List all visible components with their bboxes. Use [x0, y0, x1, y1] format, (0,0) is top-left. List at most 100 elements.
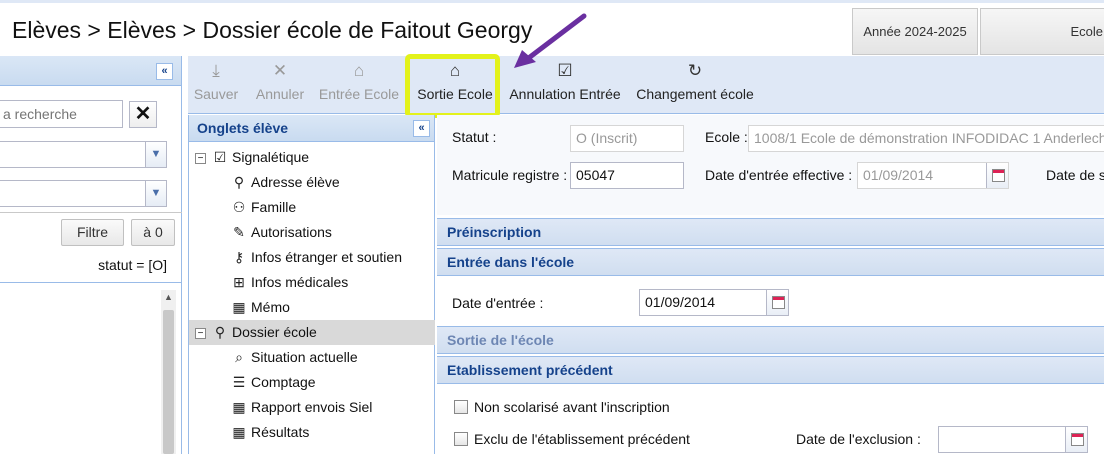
- date-exclusion-label: Date de l'exclusion :: [796, 431, 921, 447]
- student-tabs-panel: Onglets élève « − ☑ Signalétique ⚲ Adresse …: [188, 115, 435, 454]
- collapse-left-panel-button[interactable]: «: [156, 63, 173, 80]
- section-sortie[interactable]: Sortie de l'école: [437, 326, 1104, 354]
- date-entree-value: 01/09/2014: [645, 294, 716, 310]
- change-school-label: Changement école: [636, 86, 754, 102]
- map-pin-icon: ⚲: [214, 324, 226, 340]
- edit-icon: ☑: [213, 149, 227, 165]
- tree-item-label: Comptage: [251, 374, 316, 390]
- pen-icon: ✎: [233, 224, 245, 240]
- tree-item-label: Mémo: [251, 299, 290, 315]
- student-tabs-title: Onglets élève: [197, 120, 289, 136]
- matricule-label: Matricule registre :: [452, 167, 568, 183]
- non-scolarise-label: Non scolarisé avant l'inscription: [474, 399, 670, 415]
- school-selector-button[interactable]: Ecole: [980, 8, 1104, 55]
- tree-item-label: Infos étranger et soutien: [251, 249, 402, 265]
- tree-item-situation[interactable]: ⌕ Situation actuelle: [231, 345, 358, 370]
- tree-node-label: Signalétique: [232, 149, 310, 165]
- key-icon: ⚷: [233, 249, 245, 265]
- tree-node-label: Dossier école: [232, 324, 317, 340]
- ecole-label: Ecole :: [705, 129, 748, 145]
- date-entree-label: Date d'entrée :: [452, 295, 544, 311]
- calendar-icon: [986, 163, 1008, 188]
- action-toolbar: ⤓ Sauver ✕ Annuler ⌂ Entrée Ecole ⌂ Sort…: [188, 56, 1104, 114]
- tree-item-autorisations[interactable]: ✎ Autorisations: [231, 220, 332, 245]
- tree-item-famille[interactable]: ⚇ Famille: [231, 195, 296, 220]
- chevron-down-icon: ▼: [145, 181, 166, 206]
- scroll-up-icon[interactable]: ▲: [161, 290, 176, 305]
- calendar-icon[interactable]: [1065, 427, 1087, 452]
- exclu-checkbox[interactable]: [454, 432, 468, 446]
- close-icon: ✕: [272, 61, 288, 80]
- filter-button[interactable]: Filtre: [61, 219, 124, 246]
- clear-search-button[interactable]: ✕: [129, 101, 157, 128]
- non-scolarise-checkbox[interactable]: [454, 400, 468, 414]
- year-selector-button[interactable]: Année 2024-2025: [852, 8, 978, 55]
- tree-item-label: Infos médicales: [251, 274, 349, 290]
- tree-item-label: Famille: [251, 199, 297, 215]
- collapse-node-icon[interactable]: −: [195, 152, 206, 164]
- tree-item-rapport-siel[interactable]: ▦ Rapport envois Siel: [231, 395, 372, 420]
- collapse-node-icon[interactable]: −: [195, 327, 206, 339]
- tree-node-dossier-ecole[interactable]: − ⚲ Dossier école: [189, 320, 435, 345]
- table-icon: ▦: [232, 424, 246, 440]
- calendar-icon[interactable]: [766, 290, 788, 315]
- tree-item-adresse[interactable]: ⚲ Adresse élève: [231, 170, 340, 195]
- change-school-button[interactable]: ↻ Changement école: [636, 56, 754, 114]
- filter-combo-1[interactable]: ▼: [0, 141, 167, 168]
- tree-item-infos-etranger[interactable]: ⚷ Infos étranger et soutien: [231, 245, 402, 270]
- search-panel-header: «: [0, 56, 181, 86]
- section-entree[interactable]: Entrée dans l'école: [437, 248, 1104, 276]
- entry-school-button[interactable]: ⌂ Entrée Ecole: [318, 56, 400, 114]
- cancel-label: Annuler: [255, 86, 305, 102]
- collapse-tabs-panel-button[interactable]: «: [413, 120, 430, 137]
- student-tabs-header: Onglets élève «: [189, 115, 434, 142]
- map-pin-icon: ⚲: [233, 174, 245, 190]
- save-label: Sauver: [193, 86, 239, 102]
- search-input[interactable]: [0, 100, 123, 128]
- exclu-label: Exclu de l'établissement précédent: [474, 431, 690, 447]
- section-preinscription[interactable]: Préinscription: [437, 218, 1104, 246]
- student-list: [0, 282, 182, 454]
- cancel-button[interactable]: ✕ Annuler: [250, 56, 310, 114]
- date-sortie-label: Date de s: [1046, 167, 1104, 183]
- search-panel: « ✕ ▼ ▼ Filtre à 0 statut = [O] ▲: [0, 56, 182, 454]
- highlight-box: [405, 54, 500, 118]
- matricule-field[interactable]: 05047: [570, 162, 684, 189]
- tree-item-infos-medicales[interactable]: ⊞ Infos médicales: [231, 270, 348, 295]
- tree-node-signaletique[interactable]: − ☑ Signalétique: [195, 145, 435, 170]
- school-record-form: Statut : O (Inscrit) Ecole : 1008/1 Ecol…: [437, 115, 1104, 454]
- breadcrumb: Elèves > Elèves > Dossier école de Faito…: [12, 17, 533, 43]
- ecole-field: 1008/1 Ecole de démonstration INFODIDAC …: [748, 125, 1104, 152]
- refresh-icon: ↻: [687, 61, 703, 80]
- reset-button[interactable]: à 0: [131, 219, 175, 246]
- scroll-thumb[interactable]: [163, 310, 174, 454]
- tree-item-label: Rapport envois Siel: [251, 399, 373, 415]
- tree-item-label: Adresse élève: [251, 174, 340, 190]
- section-etablissement-precedent[interactable]: Etablissement précédent: [437, 356, 1104, 384]
- annotation-arrow-icon: [514, 13, 587, 68]
- cancel-entry-label: Annulation Entrée: [509, 86, 621, 102]
- statut-label: Statut :: [452, 129, 497, 145]
- tree-item-label: Situation actuelle: [251, 349, 358, 365]
- date-entree-field[interactable]: 01/09/2014: [639, 289, 789, 316]
- save-icon: ⤓: [212, 61, 220, 80]
- divider: [0, 212, 182, 213]
- table-icon: ▦: [232, 399, 246, 415]
- date-exclusion-field[interactable]: [938, 426, 1088, 453]
- table-icon: ▦: [232, 299, 246, 315]
- search-icon: ⌕: [235, 349, 243, 365]
- date-effective-value: 01/09/2014: [863, 167, 934, 183]
- list-scrollbar[interactable]: ▲: [161, 290, 176, 454]
- tree-item-comptage[interactable]: ☰ Comptage: [231, 370, 316, 395]
- tree-item-resultats[interactable]: ▦ Résultats: [231, 420, 309, 445]
- tree-item-memo[interactable]: ▦ Mémo: [231, 295, 290, 320]
- entry-label: Entrée Ecole: [318, 86, 400, 102]
- filter-combo-2[interactable]: ▼: [0, 180, 167, 207]
- save-button[interactable]: ⤓ Sauver: [190, 56, 242, 114]
- medical-icon: ⊞: [233, 274, 245, 290]
- date-effective-field: 01/09/2014: [857, 162, 1009, 189]
- status-fields-area: Statut : O (Inscrit) Ecole : 1008/1 Ecol…: [437, 115, 1104, 215]
- tree-item-label: Autorisations: [251, 224, 332, 240]
- family-icon: ⚇: [232, 199, 246, 215]
- chevron-down-icon: ▼: [145, 142, 166, 167]
